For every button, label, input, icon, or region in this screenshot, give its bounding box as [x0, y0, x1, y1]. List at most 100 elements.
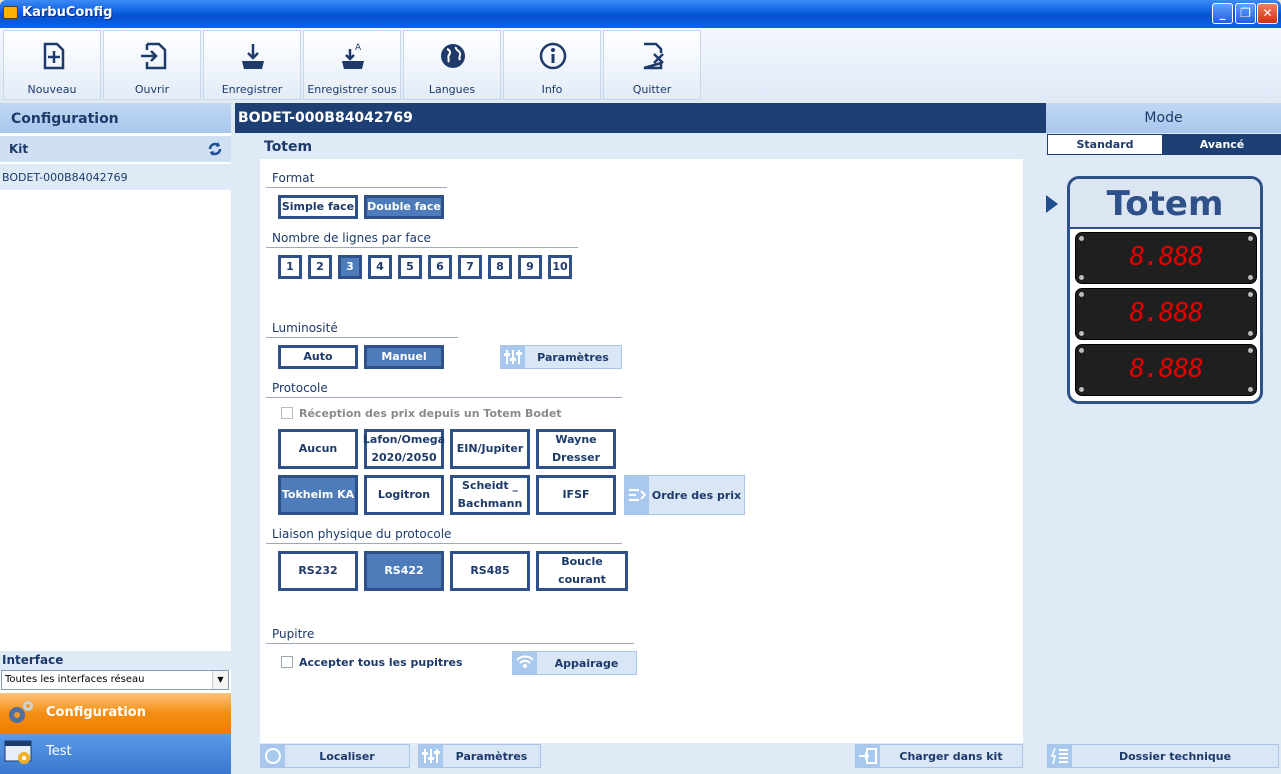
kit-list-item[interactable]: BODET-000B84042769: [0, 164, 231, 190]
test-icon: [4, 740, 32, 764]
open-icon: [141, 42, 167, 70]
protocole-label: Protocole: [272, 381, 328, 395]
tab-avance[interactable]: Avancé: [1163, 134, 1281, 155]
format-simple-button[interactable]: Simple face: [278, 195, 358, 219]
lines-label: Nombre de lignes par face: [272, 231, 431, 245]
nav-test[interactable]: Test: [0, 733, 231, 774]
load-kit-button[interactable]: Charger dans kit: [855, 744, 1023, 768]
proto-lafon-button[interactable]: Lafon/Omega 2020/2050: [363, 429, 445, 469]
info-label: Info: [541, 83, 563, 96]
proto-aucun-button[interactable]: Aucun: [278, 429, 358, 469]
open-label: Ouvrir: [134, 83, 170, 96]
liaison-boucle-button[interactable]: Boucle courant: [536, 551, 628, 591]
pairing-button[interactable]: Appairage: [512, 651, 637, 675]
lines-2-button[interactable]: 2: [308, 255, 332, 279]
totem-preview: Totem 8.888 8.888 8.888: [1067, 176, 1263, 404]
proto-ein-button[interactable]: EIN/Jupiter: [450, 429, 530, 469]
save-as-icon: A: [342, 43, 364, 69]
minimize-button[interactable]: _: [1212, 3, 1233, 24]
refresh-icon[interactable]: [207, 141, 223, 157]
lines-8-button[interactable]: 8: [488, 255, 512, 279]
proto-wayne-button[interactable]: Wayne Dresser: [536, 429, 616, 469]
reception-prix-checkbox[interactable]: [281, 407, 293, 419]
liaison-rs422-button[interactable]: RS422: [364, 551, 444, 591]
interface-select[interactable]: Toutes les interfaces réseau ▼: [1, 670, 229, 690]
gears-icon: [9, 701, 33, 723]
proto-ifsf-button[interactable]: IFSF: [536, 475, 616, 515]
price-display: 8.888: [1075, 344, 1257, 396]
price-order-label: Ordre des prix: [651, 488, 742, 502]
locate-button[interactable]: Localiser: [260, 744, 410, 768]
globe-icon: [441, 44, 465, 68]
format-double-button[interactable]: Double face: [364, 195, 444, 219]
languages-button[interactable]: Langues: [403, 30, 501, 100]
liaison-label: Liaison physique du protocole: [272, 527, 452, 541]
interface-label: Interface: [0, 651, 231, 670]
lum-manuel-button[interactable]: Manuel: [364, 345, 444, 369]
totem-preview-title: Totem: [1070, 179, 1260, 229]
lum-params-button[interactable]: Paramètres: [500, 345, 622, 369]
totem-form: Format Simple face Double face Nombre de…: [260, 159, 1023, 743]
liaison-rs485-button[interactable]: RS485: [450, 551, 530, 591]
proto-logitron-button[interactable]: Logitron: [364, 475, 444, 515]
lines-5-button[interactable]: 5: [398, 255, 422, 279]
accept-pupitres-label: Accepter tous les pupitres: [299, 656, 463, 669]
lines-7-button[interactable]: 7: [458, 255, 482, 279]
kit-header: Kit: [0, 136, 231, 162]
divider: [266, 643, 634, 644]
nav-configuration-label: Configuration: [46, 705, 146, 720]
save-icon: [242, 44, 264, 69]
restore-button[interactable]: ❐: [1235, 3, 1256, 24]
pairing-label: Appairage: [554, 656, 619, 670]
lines-3-button[interactable]: 3: [338, 255, 362, 279]
toolbar: Nouveau Ouvrir Enregistrer A Enregistrer…: [0, 28, 1281, 102]
price-value: 8.888: [1129, 354, 1203, 384]
lines-10-button[interactable]: 10: [548, 255, 572, 279]
divider: [266, 247, 578, 248]
locate-label: Localiser: [319, 749, 375, 763]
target-icon: [261, 745, 285, 767]
document-list-icon: [1048, 745, 1072, 767]
divider: [266, 337, 458, 338]
price-display: 8.888: [1075, 288, 1257, 340]
close-button[interactable]: ✕: [1257, 3, 1278, 24]
price-display: 8.888: [1075, 232, 1257, 284]
liaison-rs232-button[interactable]: RS232: [278, 551, 358, 591]
lines-9-button[interactable]: 9: [518, 255, 542, 279]
main-panel: BODET-000B84042769 Totem Format Simple f…: [231, 103, 1046, 774]
save-button[interactable]: Enregistrer: [203, 30, 301, 100]
arrow-right-icon: [1046, 195, 1058, 213]
lum-params-label: Paramètres: [537, 350, 609, 364]
sort-icon: [625, 476, 649, 514]
sliders-icon: [501, 346, 525, 368]
app-icon: [3, 6, 18, 19]
lines-4-button[interactable]: 4: [368, 255, 392, 279]
nav-configuration[interactable]: Configuration: [0, 693, 231, 733]
info-button[interactable]: Info: [503, 30, 601, 100]
dossier-technique-button[interactable]: Dossier technique: [1047, 744, 1279, 768]
save-label: Enregistrer: [221, 83, 283, 96]
mode-panel: Mode Standard Avancé Totem 8.888 8.888 8…: [1046, 103, 1281, 774]
kit-label: Kit: [9, 142, 29, 156]
open-button[interactable]: Ouvrir: [103, 30, 201, 100]
quit-button[interactable]: Quitter: [603, 30, 701, 100]
new-button[interactable]: Nouveau: [3, 30, 101, 100]
lum-auto-button[interactable]: Auto: [278, 345, 358, 369]
chevron-down-icon[interactable]: ▼: [212, 671, 228, 689]
load-kit-label: Charger dans kit: [899, 749, 1003, 763]
save-as-button[interactable]: A Enregistrer sous: [303, 30, 401, 100]
price-order-button[interactable]: Ordre des prix: [624, 475, 745, 515]
device-header: BODET-000B84042769: [235, 103, 1046, 133]
window-title: KarbuConfig: [22, 5, 113, 20]
quit-label: Quitter: [632, 83, 672, 96]
proto-scheidt-button[interactable]: Scheidt _ Bachmann: [450, 475, 530, 515]
lines-6-button[interactable]: 6: [428, 255, 452, 279]
accept-pupitres-checkbox[interactable]: [281, 656, 293, 668]
lines-1-button[interactable]: 1: [278, 255, 302, 279]
bottom-params-button[interactable]: Paramètres: [418, 744, 541, 768]
reception-prix-label: Réception des prix depuis un Totem Bodet: [299, 407, 562, 420]
tab-standard[interactable]: Standard: [1047, 134, 1163, 155]
proto-tokheim-button[interactable]: Tokheim KA: [278, 475, 358, 515]
configuration-header: Configuration: [0, 103, 231, 133]
divider: [266, 187, 447, 188]
